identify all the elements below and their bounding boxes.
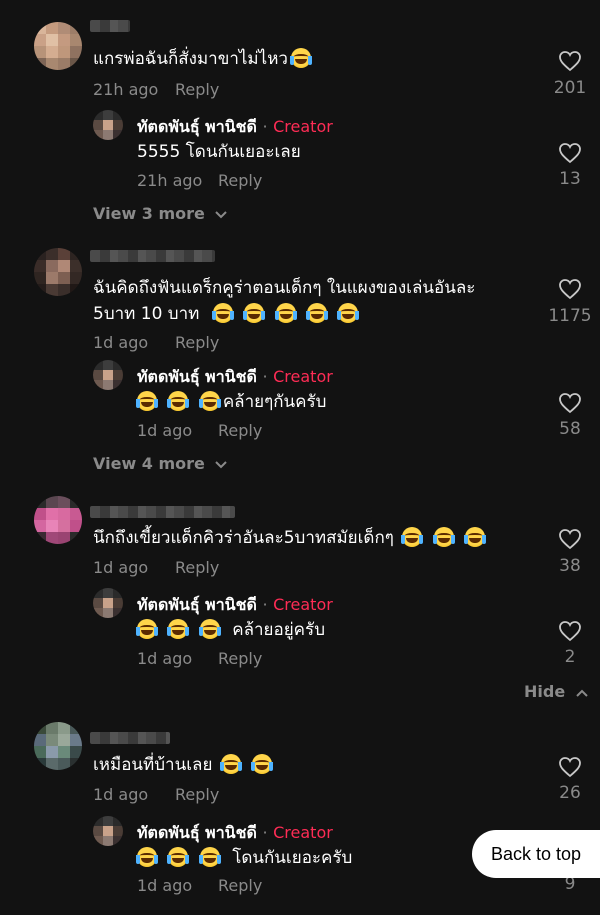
like-count: 26 bbox=[559, 783, 581, 803]
like-count: 2 bbox=[564, 647, 576, 667]
creator-badge: Creator bbox=[273, 823, 333, 842]
commenter-name-blurred[interactable] bbox=[90, 732, 170, 744]
reply-button[interactable]: Reply bbox=[218, 649, 262, 668]
heart-outline-icon[interactable] bbox=[558, 528, 582, 550]
laughing-emoji-icon bbox=[167, 619, 190, 639]
reply-button[interactable]: Reply bbox=[175, 80, 219, 99]
laughing-emoji-icon bbox=[289, 48, 312, 68]
comment-text: นึกถึงเขี้ยวแด็กคิวร่าอันละ5บาทสมัยเด็กๆ bbox=[93, 525, 488, 551]
commenter-name-blurred[interactable] bbox=[90, 506, 235, 518]
creator-author[interactable]: ทัตดพันธุ์ พานิชดี · Creator bbox=[137, 115, 333, 140]
laughing-emoji-icon bbox=[198, 619, 221, 639]
back-to-top-button[interactable]: Back to top bbox=[472, 830, 600, 878]
laughing-emoji-icon bbox=[401, 527, 424, 547]
like-count: 58 bbox=[559, 419, 581, 439]
laughing-emoji-icon bbox=[211, 303, 234, 323]
commenter-avatar[interactable] bbox=[34, 496, 82, 544]
comment-text: แกรพ่อฉันก็สั่งมาขาไม่ไหว bbox=[93, 46, 314, 72]
like-count: 13 bbox=[559, 169, 581, 189]
reply-button[interactable]: Reply bbox=[218, 171, 262, 190]
laughing-emoji-icon bbox=[432, 527, 455, 547]
commenter-avatar[interactable] bbox=[34, 248, 82, 296]
heart-outline-icon[interactable] bbox=[558, 756, 582, 778]
comment-text: เหมือนที่บ้านเลย bbox=[93, 752, 275, 778]
heart-outline-icon[interactable] bbox=[558, 392, 582, 414]
chevron-down-icon bbox=[215, 461, 228, 469]
creator-badge: Creator bbox=[273, 367, 333, 386]
laughing-emoji-icon bbox=[167, 847, 190, 867]
reply-text: โดนกันเยอะครับ bbox=[136, 845, 352, 871]
heart-outline-icon[interactable] bbox=[558, 142, 582, 164]
commenter-avatar[interactable] bbox=[34, 722, 82, 770]
laughing-emoji-icon bbox=[219, 754, 242, 774]
reply-time: 1d ago bbox=[137, 649, 193, 668]
creator-badge: Creator bbox=[273, 117, 333, 136]
view-more-replies-button[interactable]: View 4 more bbox=[93, 454, 228, 473]
laughing-emoji-icon bbox=[243, 303, 266, 323]
laughing-emoji-icon bbox=[136, 391, 158, 411]
laughing-emoji-icon bbox=[464, 527, 487, 547]
commenter-name-blurred[interactable] bbox=[90, 250, 215, 262]
creator-avatar[interactable] bbox=[93, 588, 123, 618]
laughing-emoji-icon bbox=[136, 847, 158, 867]
creator-author[interactable]: ทัตดพันธุ์ พานิชดี · Creator bbox=[137, 821, 333, 846]
heart-outline-icon[interactable] bbox=[558, 50, 582, 72]
comment-time: 1d ago bbox=[93, 333, 149, 352]
reply-button[interactable]: Reply bbox=[175, 333, 219, 352]
hide-replies-button[interactable]: Hide bbox=[524, 682, 588, 701]
reply-button[interactable]: Reply bbox=[175, 785, 219, 804]
creator-avatar[interactable] bbox=[93, 110, 123, 140]
laughing-emoji-icon bbox=[337, 303, 360, 323]
creator-avatar[interactable] bbox=[93, 816, 123, 846]
comment-text: ฉันคิดถึงฟันแดร็กคูร่าตอนเด็กๆ ในแผงของเ… bbox=[93, 278, 476, 324]
comment-time: 21h ago bbox=[93, 80, 159, 99]
commenter-avatar[interactable] bbox=[34, 22, 82, 70]
comment-time: 1d ago bbox=[93, 558, 149, 577]
laughing-emoji-icon bbox=[167, 391, 190, 411]
reply-button[interactable]: Reply bbox=[218, 421, 262, 440]
view-more-replies-button[interactable]: View 3 more bbox=[93, 204, 228, 223]
creator-author[interactable]: ทัตดพันธุ์ พานิชดี · Creator bbox=[137, 365, 333, 390]
laughing-emoji-icon bbox=[274, 303, 297, 323]
creator-badge: Creator bbox=[273, 595, 333, 614]
laughing-emoji-icon bbox=[198, 391, 221, 411]
chevron-down-icon bbox=[215, 211, 228, 219]
heart-outline-icon[interactable] bbox=[558, 278, 582, 300]
reply-text: 5555 โดนกันเยอะเลย bbox=[137, 142, 301, 162]
reply-time: 1d ago bbox=[137, 876, 193, 895]
reply-time: 21h ago bbox=[137, 171, 203, 190]
reply-button[interactable]: Reply bbox=[218, 876, 262, 895]
commenter-name-blurred[interactable] bbox=[90, 20, 130, 32]
reply-text: คล้ายๆกันครับ bbox=[136, 389, 326, 415]
heart-outline-icon[interactable] bbox=[558, 620, 582, 642]
creator-avatar[interactable] bbox=[93, 360, 123, 390]
reply-time: 1d ago bbox=[137, 421, 193, 440]
creator-author[interactable]: ทัตดพันธุ์ พานิชดี · Creator bbox=[137, 593, 333, 618]
like-count: 38 bbox=[559, 556, 581, 576]
like-count: 201 bbox=[553, 78, 587, 98]
like-count: 1175 bbox=[548, 306, 592, 326]
comment-time: 1d ago bbox=[93, 785, 149, 804]
laughing-emoji-icon bbox=[198, 847, 221, 867]
laughing-emoji-icon bbox=[136, 619, 158, 639]
laughing-emoji-icon bbox=[251, 754, 274, 774]
reply-button[interactable]: Reply bbox=[175, 558, 219, 577]
reply-text: คล้ายอยู่ครับ bbox=[136, 617, 325, 643]
laughing-emoji-icon bbox=[305, 303, 328, 323]
chevron-up-icon bbox=[576, 689, 588, 697]
